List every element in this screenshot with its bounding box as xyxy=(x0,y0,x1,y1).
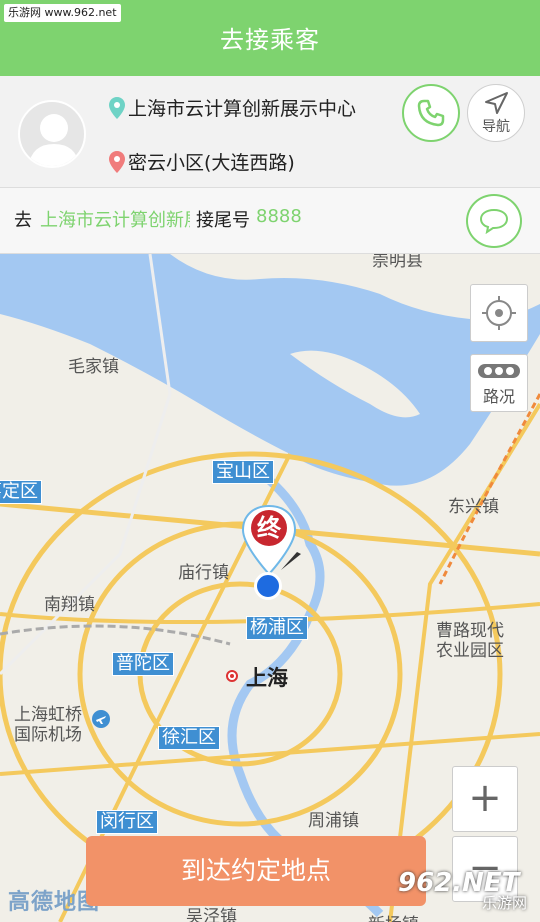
map-label-hongqiao-2: 国际机场 xyxy=(14,725,82,745)
map-label-dongxing: 东兴镇 xyxy=(448,497,499,517)
map-label-shanghai: 上海 xyxy=(246,666,288,690)
marker-label: 终 xyxy=(257,514,281,542)
city-center-icon xyxy=(226,670,238,682)
map-label-zhoupu: 周浦镇 xyxy=(308,811,359,831)
origin-pin-icon xyxy=(109,96,125,119)
arrive-button[interactable]: 到达约定地点 xyxy=(86,836,426,906)
navigation-label: 导航 xyxy=(482,119,510,135)
destination-address: 密云小区(大连西路) xyxy=(108,148,295,175)
map-label-minhang: 闵行区 xyxy=(96,810,158,834)
phone-icon xyxy=(417,99,445,127)
map-label-baoshan: 宝山区 xyxy=(212,460,274,484)
navigation-arrow-icon xyxy=(485,92,508,114)
dest-place: 上海市云计算创新展示中心 xyxy=(40,210,190,231)
traffic-light-icon xyxy=(478,364,520,378)
watermark-small: 乐游网 xyxy=(482,894,528,912)
destination-bar: 去 上海市云计算创新展示中心 接尾号 8888 xyxy=(0,188,540,254)
map-label-putuo: 普陀区 xyxy=(112,652,174,676)
origin-text: 上海市云计算创新展示中心 xyxy=(128,98,357,120)
destination-text: 密云小区(大连西路) xyxy=(128,152,295,174)
map-label-maojia: 毛家镇 xyxy=(68,357,119,377)
dest-prefix: 去 xyxy=(14,210,32,231)
rider-info-panel: 上海市云计算创新展示中心 密云小区(大连西路) 导航 xyxy=(0,76,540,188)
map-label-chongming: 崇明县 xyxy=(372,254,423,271)
watermark-bottom: 962.NET 乐游网 xyxy=(398,868,536,916)
map-label-xuhui: 徐汇区 xyxy=(158,726,220,750)
map-label-caolu-2: 农业园区 xyxy=(436,641,504,661)
traffic-button[interactable]: 路况 xyxy=(470,354,528,412)
destination-line: 去 上海市云计算创新展示中心 接尾号 8888 xyxy=(14,206,302,232)
locate-button[interactable] xyxy=(470,284,528,342)
app-header: 乐游网 www.962.net 去接乘客 xyxy=(0,0,540,76)
tail-label: 接尾号 xyxy=(196,210,250,231)
map-label-nanxiang: 南翔镇 xyxy=(44,595,95,615)
map-label-yangpu: 杨浦区 xyxy=(246,616,308,640)
current-location-dot xyxy=(254,572,282,600)
avatar xyxy=(18,100,86,168)
chat-bubble-icon xyxy=(479,208,509,234)
airport-icon xyxy=(92,710,110,728)
traffic-label: 路况 xyxy=(482,387,515,406)
person-icon xyxy=(28,114,80,166)
tail-number: 8888 xyxy=(256,206,302,227)
destination-pin-icon xyxy=(109,150,125,173)
message-button[interactable] xyxy=(466,194,522,248)
navigation-button[interactable]: 导航 xyxy=(467,84,525,142)
locate-icon xyxy=(482,296,516,330)
call-button[interactable] xyxy=(402,84,460,142)
map-label-jiading: 嘉定区 xyxy=(0,480,42,504)
page-title: 去接乘客 xyxy=(220,26,320,54)
origin-address: 上海市云计算创新展示中心 xyxy=(108,94,356,121)
zoom-in-button[interactable]: + xyxy=(452,766,518,832)
map-label-miaohang: 庙行镇 xyxy=(178,563,229,583)
map-view[interactable]: 崇明县 毛家镇 宝山区 嘉定区 东兴镇 庙行镇 南翔镇 杨浦区 曹路现代 农业园… xyxy=(0,254,540,922)
